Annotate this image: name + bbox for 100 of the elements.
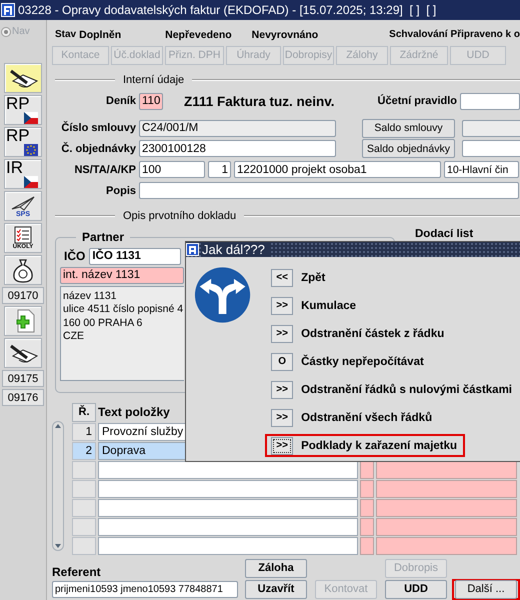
balance-button[interactable]: Saldo objednávky	[362, 139, 455, 158]
option-label: Odstranění částek z řádku	[301, 328, 444, 340]
option-button[interactable]: >>	[271, 408, 294, 426]
field-label: Č. objednávky	[60, 142, 136, 155]
option-label: Odstranění všech řádků	[301, 412, 432, 424]
pen-button[interactable]	[4, 63, 42, 93]
scroll-down-icon	[54, 542, 62, 550]
form-button[interactable]: 09175	[2, 370, 44, 387]
field-label: NS/TA/A/KP	[73, 164, 136, 176]
scrollbar[interactable]	[52, 420, 64, 551]
option-button[interactable]: <<	[271, 268, 294, 286]
checklist-icon	[14, 226, 32, 244]
flag-icon	[24, 112, 38, 124]
table-cell[interactable]	[360, 498, 374, 517]
window-title: 03228 - Opravy dodavatelských faktur (EKDOFAD) - [15.07.2025; 13:29] [ ] [ ]	[18, 3, 436, 17]
table-cell[interactable]	[376, 536, 517, 555]
app-logo-icon	[1, 3, 15, 17]
table-cell[interactable]	[98, 536, 358, 555]
input-field[interactable]	[139, 182, 519, 200]
input-field[interactable]	[462, 140, 520, 158]
input-field[interactable]: IČO 1131	[89, 248, 182, 265]
app-logo-icon	[186, 243, 199, 256]
action-button[interactable]: Záloha	[245, 558, 307, 578]
scroll-up-icon	[54, 422, 62, 430]
option-button[interactable]: >>	[271, 296, 294, 314]
input-field[interactable]	[462, 120, 520, 137]
option-label: Odstranění řádků s nulovými částkami	[301, 384, 512, 396]
table-cell[interactable]	[360, 536, 374, 555]
flag-button[interactable]: RP	[4, 127, 42, 157]
input-field[interactable]: 110	[139, 92, 163, 110]
new-document-button[interactable]	[4, 306, 42, 336]
option-label: Zpět	[301, 272, 326, 284]
flag-icon	[24, 176, 38, 188]
journal-name: Z111 Faktura tuz. neinv.	[184, 94, 336, 109]
row-number[interactable]	[72, 480, 96, 498]
approval-value: Připraveno k o	[450, 29, 520, 40]
option-button[interactable]: >>	[271, 436, 294, 454]
row-number[interactable]	[72, 536, 96, 555]
column-header: Text položky	[98, 405, 170, 420]
input-field[interactable]: 2300100128	[139, 140, 336, 158]
pen-button[interactable]	[4, 338, 42, 368]
column-header[interactable]: Ř.	[72, 402, 96, 422]
balance-button[interactable]: Saldo smlouvy	[362, 118, 455, 138]
input-field[interactable]: C24/001/M	[139, 120, 336, 137]
table-cell[interactable]	[360, 518, 374, 536]
input-field[interactable]: 1	[208, 161, 231, 178]
money-bag-icon	[12, 257, 34, 283]
address-line: 160 00 PRAHA 6	[63, 316, 142, 330]
status-value: Doplněn	[79, 28, 122, 41]
flag-icon	[24, 144, 38, 156]
row-number[interactable]: 1	[72, 422, 96, 441]
section-title: Opis prvotního dokladu	[123, 210, 236, 222]
field-label: Deník	[105, 95, 136, 108]
input-field[interactable]: 12201000 projekt osoba1	[234, 161, 441, 178]
address-line: název 1131	[63, 290, 117, 304]
section-title: Interní údaje	[123, 74, 184, 86]
table-cell[interactable]	[98, 480, 358, 498]
table-cell[interactable]	[360, 480, 374, 498]
row-number[interactable]	[72, 518, 96, 536]
table-cell[interactable]	[98, 518, 358, 536]
money-bag-button[interactable]	[4, 255, 42, 285]
field-label: Referent	[52, 564, 102, 579]
input-field[interactable]	[460, 92, 520, 110]
option-label: Částky nepřepočítávat	[301, 356, 424, 368]
action-button[interactable]: Uzavřít	[245, 580, 307, 599]
dialog-title: Jak dál???	[202, 242, 269, 257]
field-label: IČO	[64, 249, 86, 264]
form-button[interactable]: 09176	[2, 389, 44, 406]
table-cell[interactable]	[376, 518, 517, 536]
option-button[interactable]: O	[271, 352, 294, 370]
status-value: Nepřevedeno	[165, 28, 232, 41]
action-button[interactable]: Další ...	[455, 580, 517, 599]
flag-button[interactable]: IR	[4, 159, 42, 189]
status-value: Nevyrovnáno	[252, 28, 318, 41]
input-field[interactable]: int. název 1131	[60, 266, 184, 284]
address-field[interactable]: název 1131 ulice 4511 číslo popisné 4 160 00 PRAHA 6 CZE	[60, 286, 184, 381]
status-label: Stav	[55, 29, 76, 40]
input-field[interactable]: 10-Hlavní čin	[444, 161, 519, 178]
form-button[interactable]: 09170	[2, 287, 44, 304]
row-number[interactable]	[72, 498, 96, 517]
option-button[interactable]: >>	[271, 380, 294, 398]
table-cell[interactable]	[98, 498, 358, 517]
option-label: Podklady k zařazení majetku	[301, 440, 458, 452]
row-number[interactable]	[72, 460, 96, 479]
action-button[interactable]: UDD	[385, 580, 447, 599]
road-sign-icon	[194, 265, 252, 325]
option-label: Kumulace	[301, 300, 356, 312]
group-title: Partner	[76, 230, 130, 244]
row-number[interactable]: 2	[72, 442, 96, 460]
table-cell[interactable]	[376, 498, 517, 517]
field-label: Popis	[105, 184, 136, 197]
approval-label: Schvalování	[389, 29, 448, 40]
table-cell[interactable]	[376, 480, 517, 498]
paper-plane-icon	[10, 194, 36, 210]
option-button[interactable]: >>	[271, 324, 294, 342]
table-cell[interactable]	[98, 460, 358, 479]
flag-button[interactable]: RP	[4, 95, 42, 125]
input-field[interactable]: prijmeni10593 jmeno10593 77848871	[52, 580, 238, 598]
input-field[interactable]: 100	[139, 161, 205, 178]
field-label: Účetní pravidlo	[376, 95, 457, 108]
